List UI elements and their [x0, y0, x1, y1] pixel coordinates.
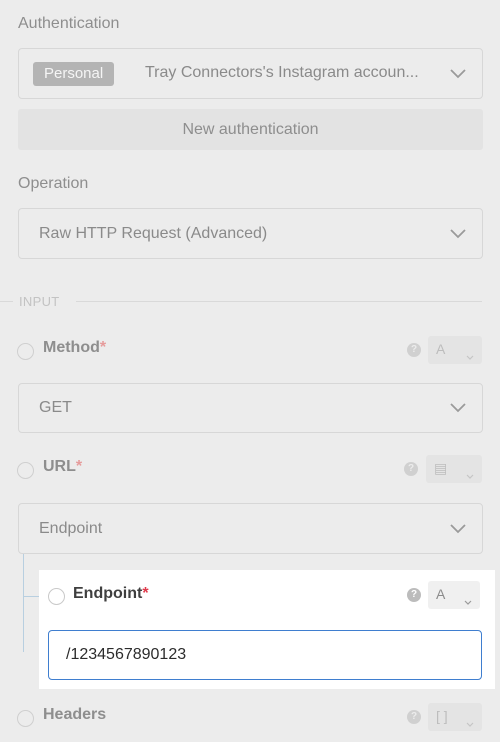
url-value: Endpoint [39, 519, 103, 537]
method-field-row: Method* ? A [0, 336, 500, 364]
chevron-down-icon [466, 466, 474, 482]
chevron-down-icon [466, 347, 474, 363]
url-select[interactable]: Endpoint [18, 503, 483, 554]
operation-value: Raw HTTP Request (Advanced) [39, 224, 268, 242]
method-label: Method* [43, 339, 107, 356]
type-selector-button[interactable]: ▤ [426, 455, 482, 483]
operation-select[interactable]: Raw HTTP Request (Advanced) [18, 208, 483, 259]
help-circle-icon[interactable]: ? [407, 588, 421, 602]
authentication-select[interactable]: Personal Tray Connectors's Instagram acc… [18, 48, 483, 99]
chevron-down-icon [466, 714, 474, 730]
tree-connector [23, 596, 39, 597]
endpoint-input[interactable] [48, 630, 482, 680]
authentication-label: Authentication [18, 15, 120, 32]
type-selector-button[interactable]: A [428, 336, 482, 364]
operation-label: Operation [18, 175, 89, 192]
chevron-down-icon [450, 403, 466, 413]
url-field-row: URL* ? ▤ [0, 455, 500, 483]
method-select[interactable]: GET [18, 383, 483, 433]
endpoint-label: Endpoint* [73, 585, 149, 602]
list-icon: [ ] [436, 708, 448, 724]
endpoint-field-panel: Endpoint* ? A [39, 570, 495, 689]
help-circle-icon[interactable]: ? [407, 343, 421, 357]
chevron-down-icon [450, 228, 466, 239]
input-section-divider: INPUT [0, 292, 500, 312]
help-circle-icon[interactable]: ? [404, 462, 418, 476]
personal-badge: Personal [33, 62, 115, 86]
type-selector-button[interactable]: A [428, 581, 480, 609]
input-section-label: INPUT [19, 294, 60, 309]
new-authentication-button[interactable]: New authentication [18, 109, 483, 150]
radio-icon[interactable] [17, 710, 34, 727]
table-icon: ▤ [434, 460, 448, 476]
chevron-down-icon [464, 592, 472, 608]
type-selector-button[interactable]: [ ] [428, 703, 482, 731]
radio-icon[interactable] [48, 588, 65, 605]
radio-icon[interactable] [17, 343, 34, 360]
radio-icon[interactable] [17, 462, 34, 479]
headers-field-row: Headers ? [ ] [0, 703, 500, 731]
url-label: URL* [43, 458, 83, 475]
authentication-value: Tray Connectors's Instagram accoun... [145, 64, 419, 81]
chevron-down-icon [450, 68, 466, 79]
method-value: GET [39, 399, 72, 416]
tree-connector [23, 554, 24, 652]
headers-label: Headers [43, 706, 107, 723]
chevron-down-icon [450, 523, 466, 534]
help-circle-icon[interactable]: ? [407, 710, 421, 724]
